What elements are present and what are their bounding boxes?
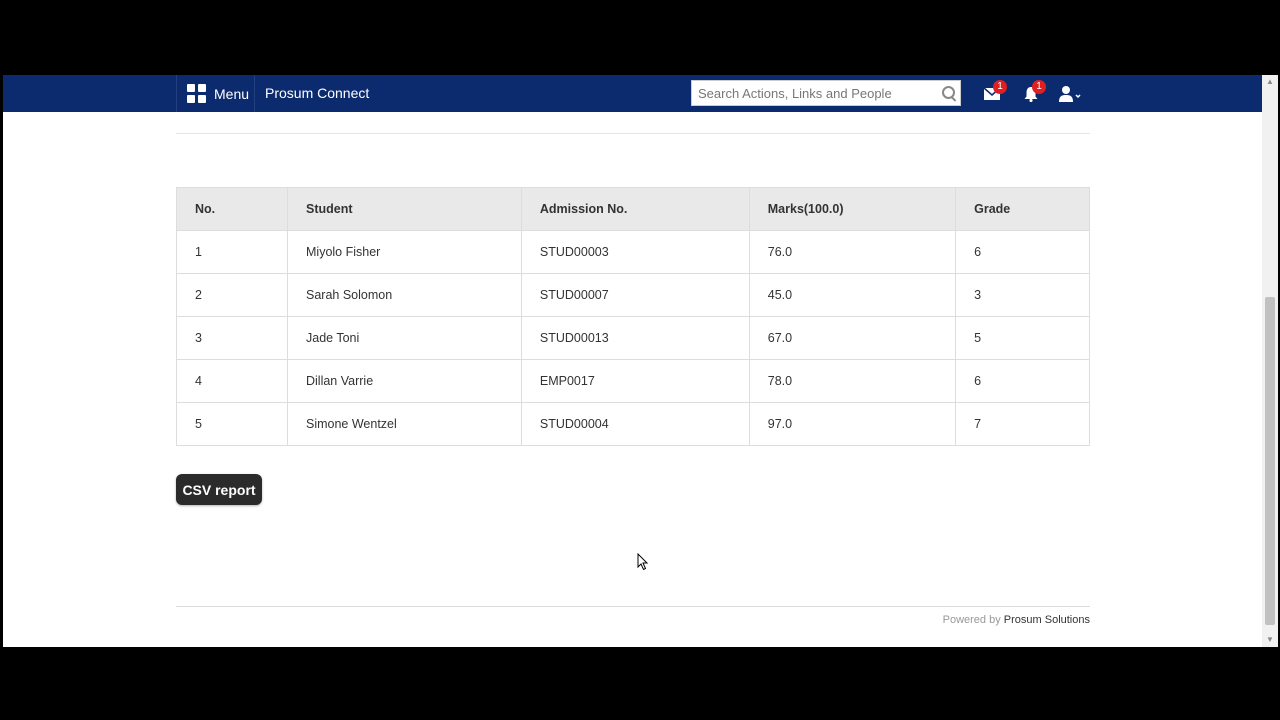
cell-no: 3 (176, 316, 288, 360)
scroll-up-arrow-icon[interactable]: ▲ (1262, 75, 1278, 89)
footer-company-link[interactable]: Prosum Solutions (1004, 614, 1090, 626)
mail-icon[interactable]: 1 (977, 75, 1007, 112)
footer: Powered by Prosum Solutions (943, 614, 1090, 626)
vertical-scrollbar[interactable]: ▲ ▼ (1262, 75, 1278, 647)
search-icon[interactable] (938, 82, 960, 104)
cell-marks: 97.0 (748, 402, 957, 446)
mail-badge: 1 (993, 80, 1007, 94)
cell-marks: 76.0 (748, 230, 957, 274)
cell-marks: 67.0 (748, 316, 957, 360)
top-divider (176, 133, 1090, 134)
brand-link[interactable]: Prosum Connect (265, 75, 369, 112)
csv-report-button[interactable]: CSV report (176, 474, 262, 505)
header-grade: Grade (955, 187, 1090, 231)
footer-powered-by: Powered by (942, 614, 1001, 626)
footer-divider (176, 606, 1090, 607)
cell-admission-no: STUD00003 (520, 230, 750, 274)
bell-icon[interactable]: 1 (1016, 75, 1046, 112)
cell-marks: 78.0 (748, 359, 957, 403)
cell-no: 5 (176, 402, 288, 446)
top-navbar: Menu Prosum Connect 1 1 (3, 75, 1262, 112)
cell-grade: 7 (955, 402, 1090, 446)
cell-student: Miyolo Fisher (287, 230, 522, 274)
header-no: No. (176, 187, 288, 231)
search-input[interactable] (692, 82, 938, 104)
menu-label: Menu (214, 85, 250, 102)
table-header-row: No. Student Admission No. Marks(100.0) G… (176, 187, 1090, 231)
scrollbar-thumb[interactable] (1265, 297, 1275, 625)
table-row: 5 Simone Wentzel STUD00004 97.0 7 (176, 402, 1090, 446)
cell-grade: 6 (955, 359, 1090, 403)
table-row: 2 Sarah Solomon STUD00007 45.0 3 (176, 273, 1090, 317)
mouse-cursor-icon (637, 553, 649, 571)
table-row: 1 Miyolo Fisher STUD00003 76.0 6 (176, 230, 1090, 274)
cell-grade: 3 (955, 273, 1090, 317)
header-admission-no: Admission No. (520, 187, 750, 231)
cell-grade: 5 (955, 316, 1090, 360)
marks-table: No. Student Admission No. Marks(100.0) G… (176, 187, 1090, 446)
cell-marks: 45.0 (748, 273, 957, 317)
table-row: 4 Dillan Varrie EMP0017 78.0 6 (176, 359, 1090, 403)
notifications-badge: 1 (1032, 80, 1046, 94)
cell-no: 1 (176, 230, 288, 274)
table-row: 3 Jade Toni STUD00013 67.0 5 (176, 316, 1090, 360)
browser-viewport: Menu Prosum Connect 1 1 (3, 75, 1262, 647)
grid-icon (187, 84, 206, 103)
scroll-down-arrow-icon[interactable]: ▼ (1262, 633, 1278, 647)
cell-student: Sarah Solomon (287, 273, 522, 317)
cell-no: 4 (176, 359, 288, 403)
cell-admission-no: STUD00004 (520, 402, 750, 446)
header-student: Student (287, 187, 522, 231)
cell-student: Jade Toni (287, 316, 522, 360)
cell-admission-no: STUD00013 (520, 316, 750, 360)
cell-grade: 6 (955, 230, 1090, 274)
cell-no: 2 (176, 273, 288, 317)
cell-admission-no: STUD00007 (520, 273, 750, 317)
menu-button[interactable]: Menu (176, 75, 255, 112)
cell-admission-no: EMP0017 (520, 359, 750, 403)
cell-student: Dillan Varrie (287, 359, 522, 403)
user-icon[interactable] (1055, 75, 1085, 112)
search-box (691, 80, 961, 106)
header-marks: Marks(100.0) (748, 187, 957, 231)
cell-student: Simone Wentzel (287, 402, 522, 446)
